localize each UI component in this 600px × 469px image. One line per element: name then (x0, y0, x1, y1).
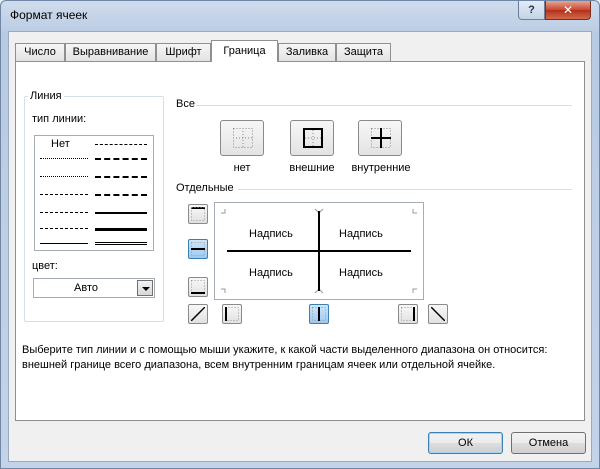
border-right-icon (401, 307, 415, 321)
diagonal-up-icon (191, 307, 205, 321)
tab-protection[interactable]: Защита (336, 43, 391, 61)
line-style-dashed[interactable] (40, 228, 88, 229)
border-diagonal-up-button[interactable] (188, 304, 208, 324)
line-style-dashdotdot-thin[interactable] (95, 144, 147, 145)
border-vertical-icon (312, 307, 326, 321)
border-outline-icon (303, 128, 323, 148)
border-separator (238, 189, 572, 190)
cancel-button[interactable]: Отмена (511, 432, 586, 454)
border-right-button[interactable] (398, 304, 418, 324)
tab-font[interactable]: Шрифт (156, 43, 211, 61)
presets-separator (196, 105, 572, 106)
help-button[interactable]: ? (518, 1, 545, 20)
line-style-label: тип линии: (30, 113, 89, 125)
chevron-down-icon[interactable] (137, 280, 153, 296)
line-style-dotted[interactable] (40, 176, 88, 177)
line-style-dashdot[interactable] (40, 212, 88, 213)
preview-grid (221, 208, 417, 294)
border-left-button[interactable] (222, 304, 242, 324)
close-button[interactable]: ✕ (545, 1, 591, 20)
tab-fill[interactable]: Заливка (278, 43, 336, 61)
border-top-icon (191, 207, 205, 221)
border-preview[interactable]: Надпись Надпись Надпись Надпись (214, 202, 424, 300)
border-none-icon (233, 128, 253, 148)
diagonal-down-icon (431, 307, 445, 321)
line-style-medium[interactable] (95, 212, 147, 214)
border-bottom-icon (191, 280, 205, 294)
dialog-client: Число Выравнивание Шрифт Граница Заливка… (8, 31, 592, 462)
line-style-none[interactable]: Нет (51, 138, 70, 150)
color-value: Авто (74, 282, 98, 294)
preview-text-top-left: Надпись (249, 228, 293, 240)
line-style-dashdotdot-medium[interactable] (95, 158, 147, 160)
preview-text-bottom-left: Надпись (249, 267, 293, 279)
description-text: Выберите тип линии и с помощью мыши укаж… (22, 344, 548, 371)
presets-title: Все (174, 98, 197, 110)
color-dropdown[interactable]: Авто (33, 278, 155, 298)
line-style-thick[interactable] (95, 228, 147, 231)
line-style-dashed-medium[interactable] (95, 194, 147, 196)
preset-outline-button[interactable] (290, 120, 334, 156)
line-style-thin[interactable] (40, 243, 88, 244)
line-style-hair[interactable] (40, 158, 88, 159)
line-style-dashdot-medium[interactable] (95, 176, 147, 178)
preview-text-top-right: Надпись (339, 228, 383, 240)
color-label: цвет: (30, 260, 60, 272)
border-tab-panel: Линия тип линии: Нет цвет: Авто Все нет … (15, 61, 585, 421)
preset-inside-label: внутренние (351, 162, 411, 174)
preset-inside-button[interactable] (358, 120, 402, 156)
border-left-icon (225, 307, 239, 321)
border-inside-icon (371, 128, 391, 148)
border-bottom-button[interactable] (188, 277, 208, 297)
tab-number[interactable]: Число (15, 43, 65, 61)
title-bar[interactable]: Формат ячеек ? ✕ (1, 1, 599, 31)
line-style-list[interactable]: Нет (34, 135, 154, 251)
preview-text-bottom-right: Надпись (339, 267, 383, 279)
tab-alignment[interactable]: Выравнивание (65, 43, 156, 61)
border-diagonal-down-button[interactable] (428, 304, 448, 324)
format-cells-dialog: Формат ячеек ? ✕ Число Выравнивание Шриф… (0, 0, 600, 469)
preset-none-button[interactable] (220, 120, 264, 156)
line-style-dashdotdot[interactable] (40, 194, 88, 195)
preset-outline-label: внешние (289, 162, 335, 174)
border-horizontal-icon (191, 242, 205, 256)
dialog-title: Формат ячеек (10, 8, 88, 22)
line-style-double[interactable] (95, 242, 147, 245)
border-vertical-button[interactable] (309, 304, 329, 324)
ok-button[interactable]: ОК (428, 432, 503, 454)
border-title: Отдельные (174, 182, 236, 194)
preset-none-label: нет (233, 162, 251, 174)
border-horizontal-button[interactable] (188, 239, 208, 259)
border-top-button[interactable] (188, 204, 208, 224)
line-group-title: Линия (28, 90, 64, 102)
tab-border[interactable]: Граница (211, 40, 278, 62)
